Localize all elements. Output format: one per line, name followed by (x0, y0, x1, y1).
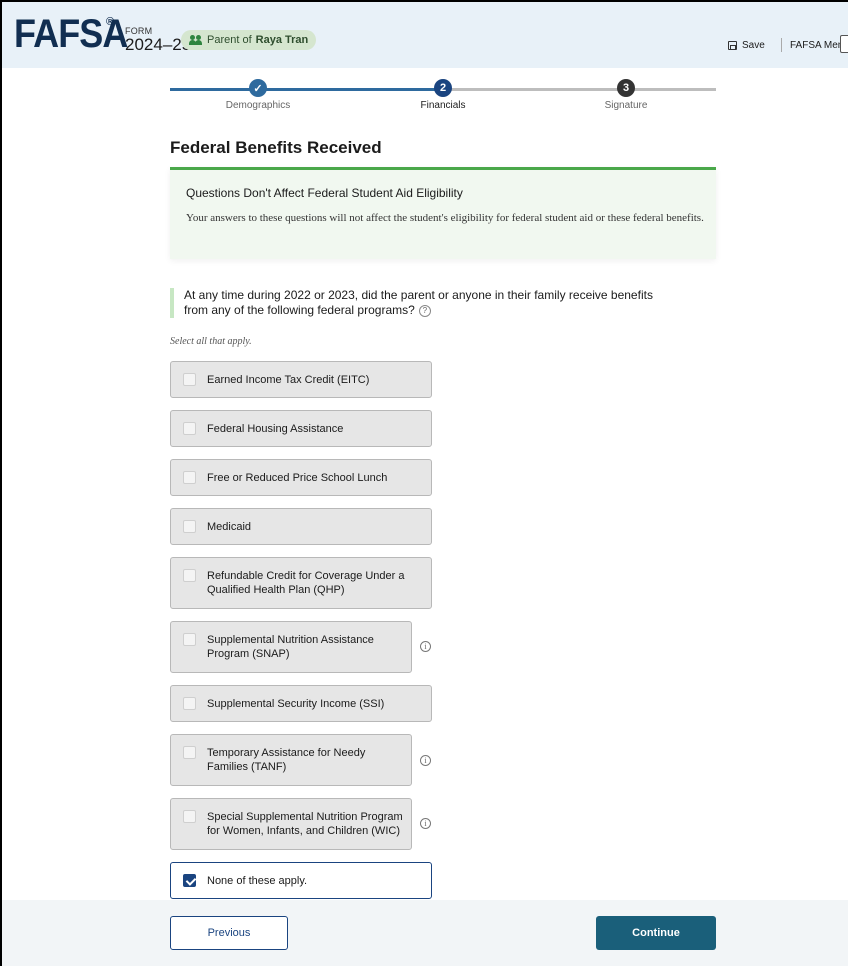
option-none[interactable]: None of these apply. (170, 862, 432, 899)
help-icon[interactable]: ? (418, 304, 431, 317)
option-label: Supplemental Security Income (SSI) (207, 698, 385, 710)
continue-button[interactable]: Continue (596, 916, 716, 950)
checkbox[interactable] (183, 746, 196, 759)
option-label: Supplemental Nutrition Assistance Progra… (207, 634, 374, 660)
option-snap[interactable]: Supplemental Nutrition Assistance Progra… (170, 621, 412, 673)
info-icon[interactable]: i (420, 641, 431, 652)
users-icon (189, 35, 203, 45)
role-badge: Parent of Raya Tran (181, 30, 317, 50)
checkbox[interactable] (183, 373, 196, 386)
alert-body: Your answers to these questions will not… (186, 212, 704, 224)
role-prefix: Parent of (207, 34, 252, 46)
check-icon: ✓ (249, 79, 267, 97)
option-housing[interactable]: Federal Housing Assistance (170, 410, 432, 447)
checkbox[interactable] (183, 810, 196, 823)
page-title: Federal Benefits Received (170, 138, 382, 157)
header-divider (781, 38, 782, 52)
option-qhp[interactable]: Refundable Credit for Coverage Under a Q… (170, 557, 432, 609)
page-frame: FAFSA ® FORM 2024–25 Parent of Raya Tran… (0, 0, 848, 966)
checkbox[interactable] (183, 471, 196, 484)
step-label: Financials (420, 100, 466, 111)
alert-heading: Questions Don't Affect Federal Student A… (186, 186, 463, 200)
info-alert: Questions Don't Affect Federal Student A… (170, 167, 716, 259)
option-label: Free or Reduced Price School Lunch (207, 472, 388, 484)
option-label: Federal Housing Assistance (207, 423, 344, 435)
app-header: FAFSA ® FORM 2024–25 Parent of Raya Tran… (2, 2, 848, 68)
option-wic[interactable]: Special Supplemental Nutrition Program f… (170, 798, 412, 850)
step-label: Signature (604, 100, 648, 111)
role-name: Raya Tran (255, 34, 309, 46)
option-label: Medicaid (207, 521, 252, 533)
previous-button[interactable]: Previous (170, 916, 288, 950)
step-financials: 2 Financials (363, 79, 523, 111)
checkbox[interactable] (183, 633, 196, 646)
save-icon (728, 41, 737, 50)
option-label: Special Supplemental Nutrition Program f… (207, 811, 403, 837)
step-number: 3 (617, 79, 635, 97)
step-number: 2 (434, 79, 452, 97)
checkbox-checked[interactable] (183, 874, 196, 887)
registered-mark: ® (106, 16, 115, 28)
option-tanf[interactable]: Temporary Assistance for Needy Families … (170, 734, 412, 786)
checkbox[interactable] (183, 697, 196, 710)
step-label: Demographics (225, 100, 291, 111)
option-label: None of these apply. (207, 875, 308, 887)
option-eitc[interactable]: Earned Income Tax Credit (EITC) (170, 361, 432, 398)
progress-stepper: ✓ Demographics 2 Financials 3 Signature (170, 79, 716, 119)
footer-bar (2, 900, 848, 966)
step-demographics[interactable]: ✓ Demographics (178, 79, 338, 111)
checkbox[interactable] (183, 422, 196, 435)
option-school-lunch[interactable]: Free or Reduced Price School Lunch (170, 459, 432, 496)
step-signature: 3 Signature (546, 79, 706, 111)
checkbox[interactable] (183, 569, 196, 582)
save-button[interactable]: Save (728, 40, 765, 51)
menu-icon[interactable] (840, 35, 848, 53)
info-icon[interactable]: i (420, 755, 431, 766)
option-label: Temporary Assistance for Needy Families … (207, 747, 366, 773)
info-icon[interactable]: i (420, 818, 431, 829)
checkbox[interactable] (183, 520, 196, 533)
question-text: At any time during 2022 or 2023, did the… (170, 288, 670, 318)
hint-text: Select all that apply. (170, 336, 252, 347)
save-label: Save (742, 40, 765, 51)
option-label: Earned Income Tax Credit (EITC) (207, 374, 370, 386)
option-medicaid[interactable]: Medicaid (170, 508, 432, 545)
option-label: Refundable Credit for Coverage Under a Q… (207, 570, 405, 596)
option-ssi[interactable]: Supplemental Security Income (SSI) (170, 685, 432, 722)
